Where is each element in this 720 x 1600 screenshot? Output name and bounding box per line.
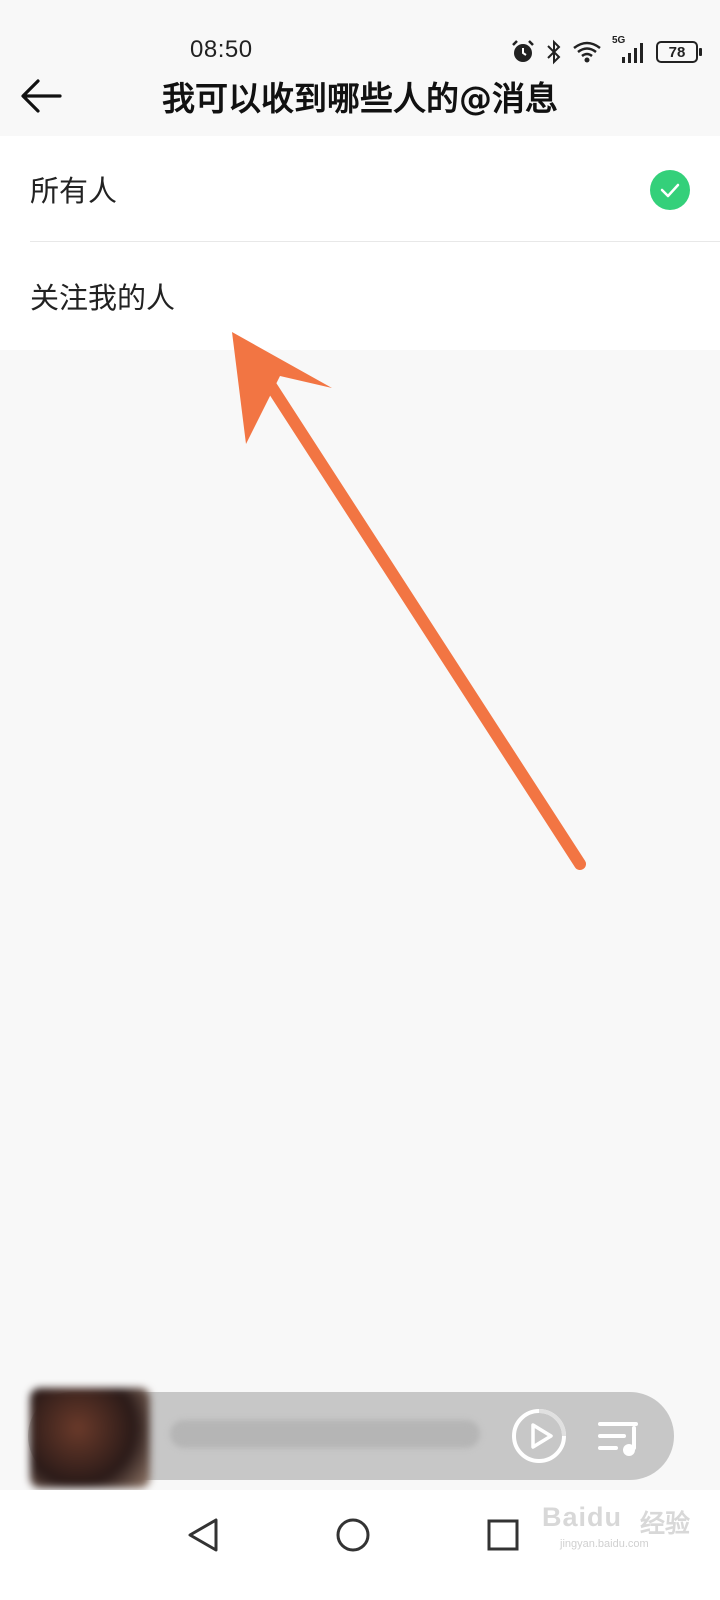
nav-back-button[interactable] — [178, 1510, 228, 1560]
playlist-button[interactable] — [596, 1414, 644, 1460]
album-cover[interactable] — [30, 1388, 150, 1488]
battery-level: 78 — [668, 43, 686, 61]
options-list: 所有人 关注我的人 — [0, 136, 720, 350]
nav-home-button[interactable] — [328, 1510, 378, 1560]
bluetooth-icon — [547, 39, 561, 65]
header: 我可以收到哪些人的@消息 — [0, 76, 720, 136]
watermark-url: jingyan.baidu.com — [560, 1538, 649, 1550]
option-label: 关注我的人 — [30, 281, 176, 315]
playlist-icon — [598, 1422, 638, 1456]
watermark-logo: Baidu — [542, 1502, 623, 1532]
option-everyone[interactable]: 所有人 — [0, 136, 720, 242]
option-label: 所有人 — [30, 174, 118, 208]
watermark-text: 经验 — [640, 1509, 691, 1538]
nav-recent-button[interactable] — [478, 1510, 528, 1560]
nav-back-icon — [188, 1518, 218, 1552]
status-time: 08:50 — [190, 36, 253, 63]
wifi-icon — [573, 41, 601, 63]
battery-icon: 78 — [656, 41, 702, 63]
signal-icon: 5G — [612, 35, 646, 65]
status-icons: 5G 78 — [510, 35, 702, 66]
watermark: Baidu 经验 jingyan.baidu.com — [540, 1494, 710, 1560]
play-icon — [512, 1409, 566, 1463]
song-info-blurred — [170, 1420, 480, 1448]
alarm-icon — [512, 40, 534, 62]
status-bar: 08:50 5G 78 — [0, 0, 720, 76]
play-button[interactable] — [511, 1408, 567, 1464]
option-followers[interactable]: 关注我的人 — [0, 242, 720, 350]
check-icon — [650, 170, 690, 210]
nav-home-icon — [336, 1518, 370, 1552]
nav-recent-icon — [487, 1519, 519, 1551]
page-title: 我可以收到哪些人的@消息 — [162, 79, 558, 118]
